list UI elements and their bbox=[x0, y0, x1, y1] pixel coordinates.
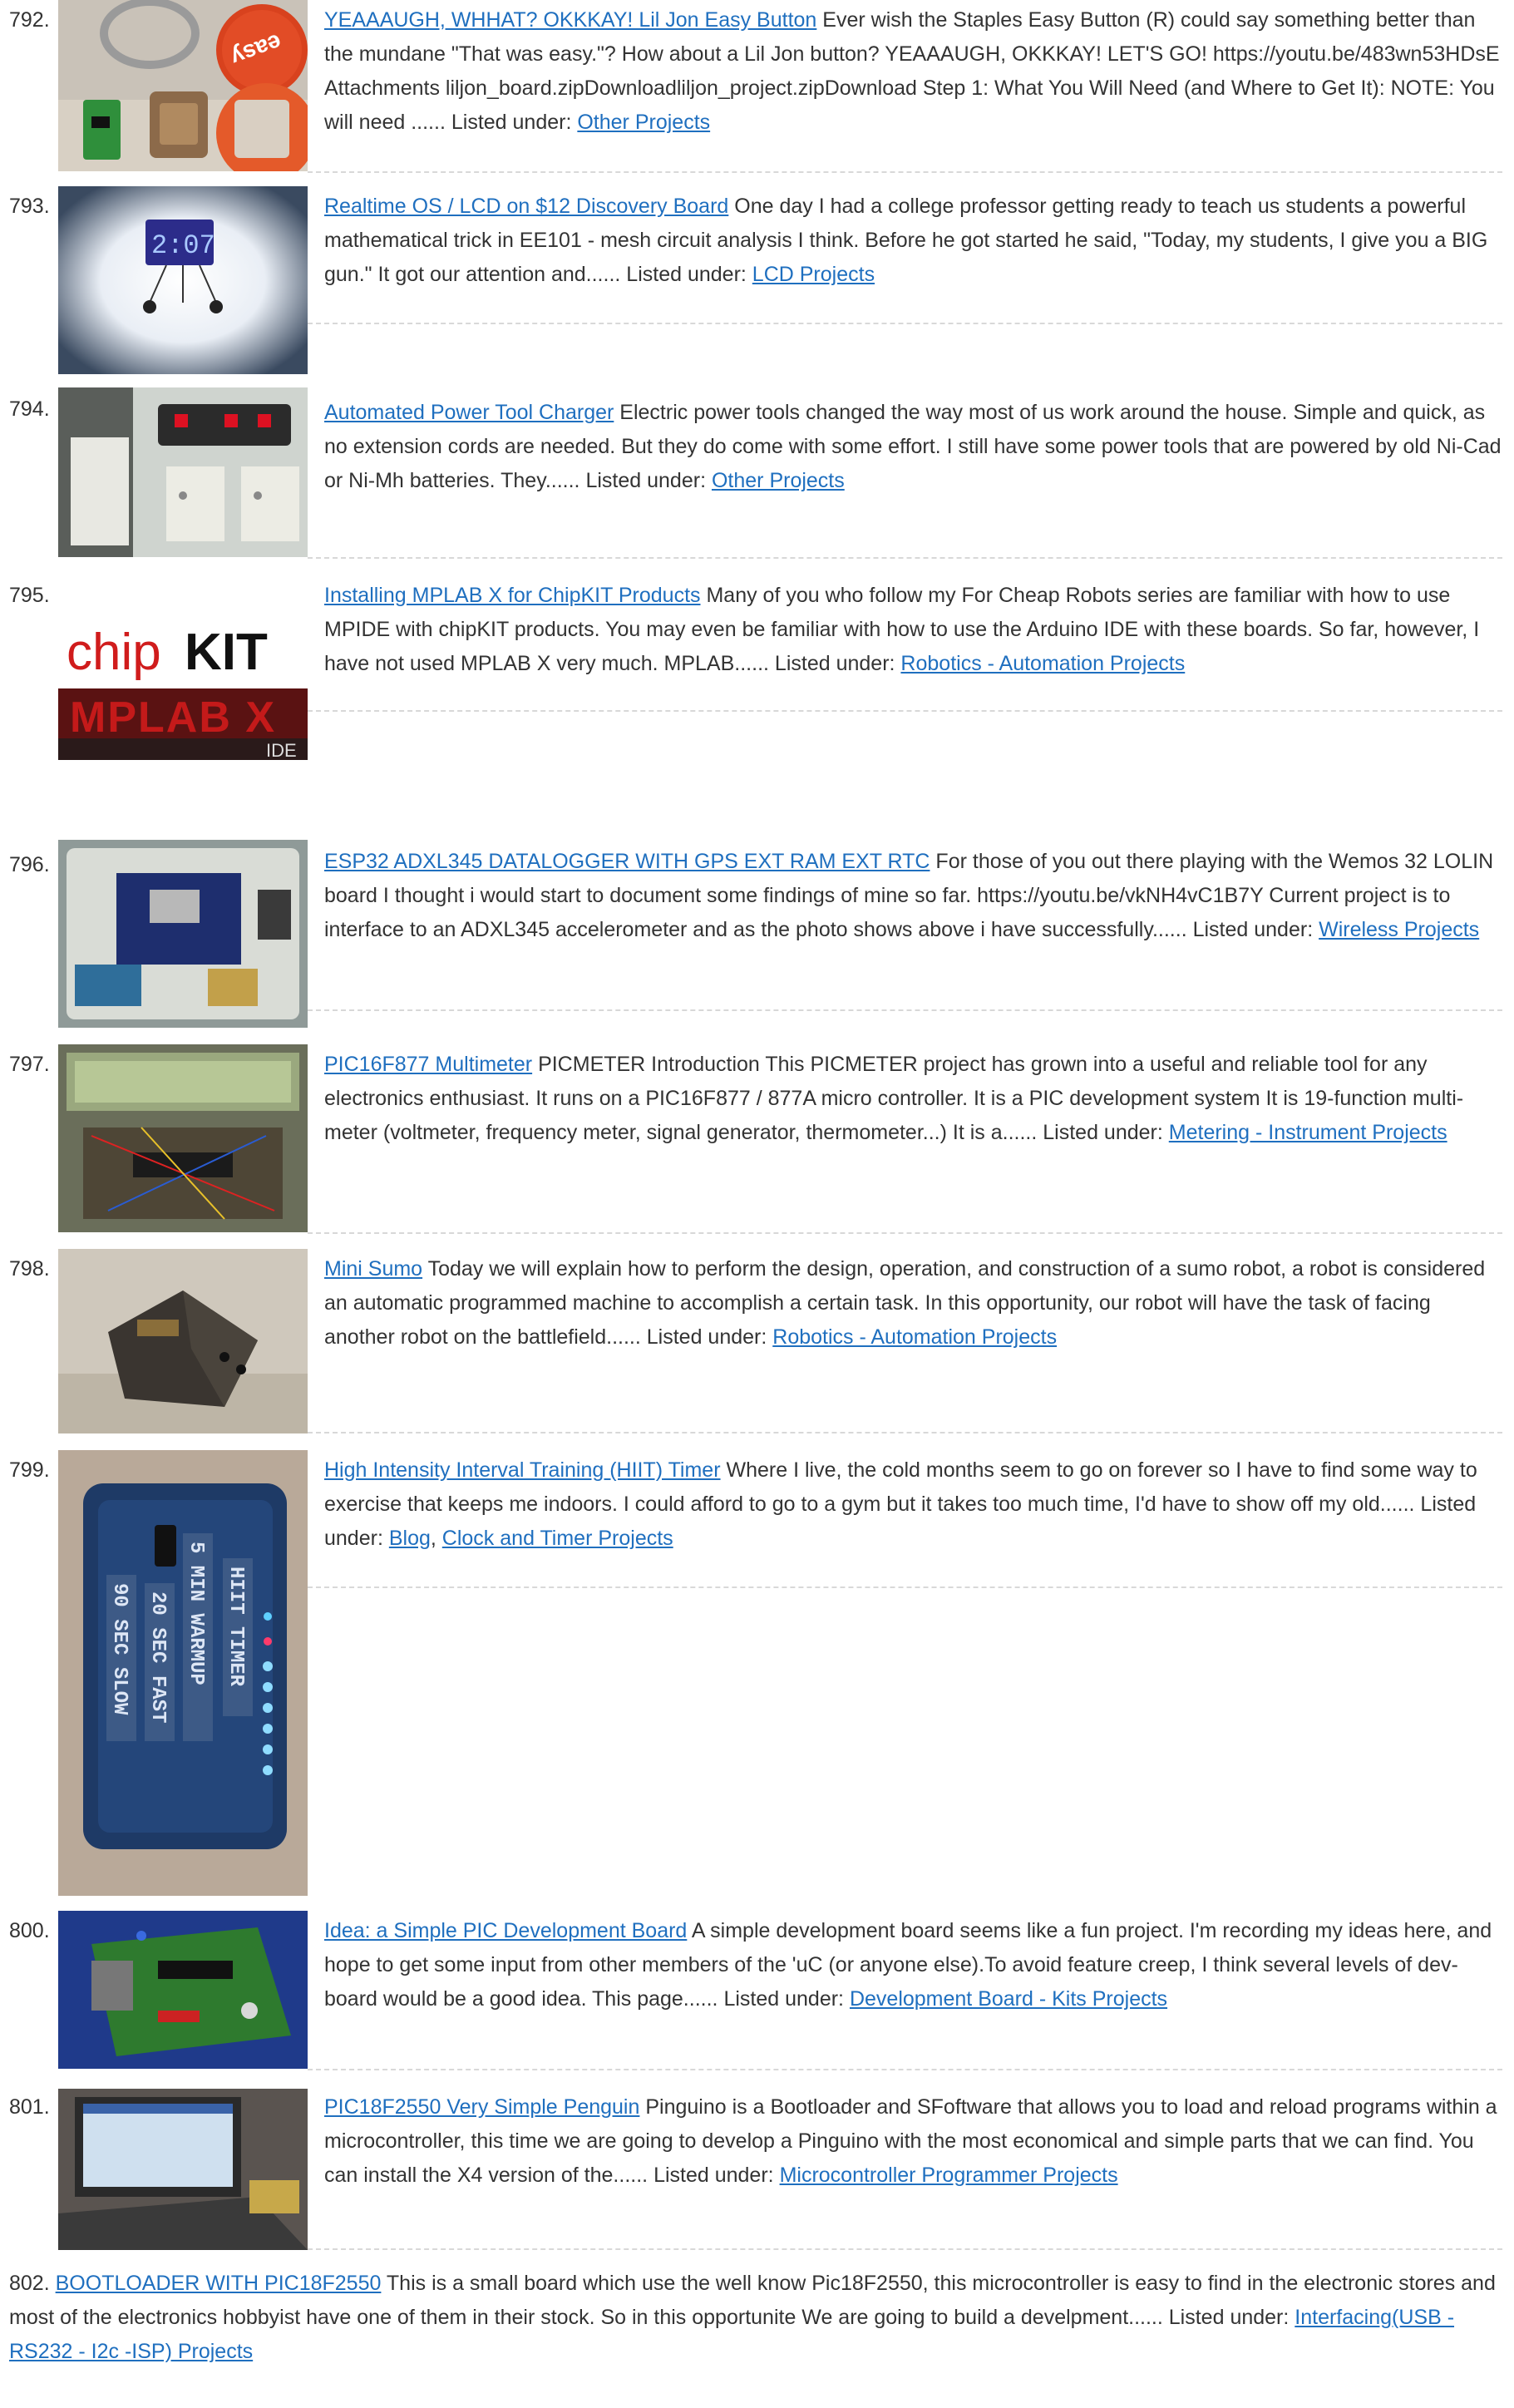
item-number: 802. bbox=[9, 2272, 50, 2295]
photo-multimeter bbox=[58, 1044, 308, 1232]
separator bbox=[308, 1232, 1502, 1234]
separator bbox=[308, 710, 1502, 712]
logo-mplab-text: MPLAB X bbox=[70, 693, 276, 742]
item-number: 792. bbox=[9, 8, 50, 32]
logo-kit-text: KIT bbox=[185, 624, 268, 681]
item-number: 800. bbox=[9, 1919, 50, 1942]
category-link[interactable]: Other Projects bbox=[712, 469, 845, 492]
listed-under-label: Listed under: bbox=[1043, 1121, 1163, 1144]
listed-under-label: Listed under: bbox=[653, 2164, 774, 2187]
entry-title-link[interactable]: Realtime OS / LCD on $12 Discovery Board bbox=[324, 195, 728, 218]
thumbnail-hiit-timer[interactable]: HIIT TIMER 5 MIN WARMUP 20 SEC FAST 90 S… bbox=[58, 1450, 308, 1896]
label-slow: 90 SEC SLOW bbox=[108, 1583, 131, 1715]
item-number: 801. bbox=[9, 2095, 50, 2119]
entry-title-link[interactable]: PIC18F2550 Very Simple Penguin bbox=[324, 2095, 639, 2119]
photo-sumo-robot bbox=[58, 1249, 308, 1433]
entry-text: Idea: a Simple PIC Development Board A s… bbox=[324, 1914, 1505, 2016]
label-warmup: 5 MIN WARMUP bbox=[185, 1542, 207, 1685]
category-link[interactable]: Robotics - Automation Projects bbox=[900, 652, 1185, 675]
separator bbox=[308, 171, 1502, 173]
entry-title-link[interactable]: ESP32 ADXL345 DATALOGGER WITH GPS EXT RA… bbox=[324, 850, 930, 873]
thumbnail-pic-multimeter[interactable] bbox=[58, 1044, 308, 1232]
entry-title-link[interactable]: High Intensity Interval Training (HIIT) … bbox=[324, 1458, 721, 1482]
listed-under-label: Listed under: bbox=[585, 469, 707, 492]
listed-under-label: Listed under: bbox=[774, 652, 895, 675]
thumbnail-pinguino[interactable] bbox=[58, 2089, 308, 2250]
category-link[interactable]: Other Projects bbox=[577, 111, 710, 134]
thumbnail-mini-sumo[interactable] bbox=[58, 1249, 308, 1433]
logo-chipkit-mplabx: chip KIT MPLAB X IDE bbox=[58, 624, 308, 765]
entry-text: 802. BOOTLOADER WITH PIC18F2550 This is … bbox=[9, 2267, 1506, 2369]
item-number: 794. bbox=[9, 397, 50, 421]
entry-title-link[interactable]: YEAAAUGH, WHHAT? OKKKAY! Lil Jon Easy Bu… bbox=[324, 8, 816, 32]
entry-text: YEAAAUGH, WHHAT? OKKKAY! Lil Jon Easy Bu… bbox=[324, 3, 1505, 140]
entry-title-link[interactable]: Installing MPLAB X for ChipKIT Products bbox=[324, 584, 701, 607]
entry-text: Automated Power Tool Charger Electric po… bbox=[324, 396, 1505, 498]
item-number: 799. bbox=[9, 1458, 50, 1482]
entry-title-link[interactable]: BOOTLOADER WITH PIC18F2550 bbox=[56, 2272, 382, 2295]
photo-esp32-board bbox=[58, 840, 308, 1028]
label-fast: 20 SEC FAST bbox=[146, 1591, 169, 1723]
entry-text: ESP32 ADXL345 DATALOGGER WITH GPS EXT RA… bbox=[324, 845, 1505, 947]
separator bbox=[308, 1432, 1502, 1433]
entry-title-link[interactable]: Automated Power Tool Charger bbox=[324, 401, 614, 424]
logo-chip-text: chip bbox=[67, 624, 161, 681]
entry-text: Realtime OS / LCD on $12 Discovery Board… bbox=[324, 190, 1505, 292]
thumbnail-esp32-datalogger[interactable] bbox=[58, 840, 308, 1028]
listed-under-label: Listed under: bbox=[723, 1987, 844, 2011]
photo-charger bbox=[58, 387, 308, 557]
photo-lcd-board: 2:07 bbox=[58, 186, 308, 374]
item-number: 798. bbox=[9, 1257, 50, 1280]
thumbnail-discovery-board[interactable]: 2:07 bbox=[58, 186, 308, 374]
item-number: 795. bbox=[9, 584, 50, 607]
thumbnail-pic-dev-board[interactable] bbox=[58, 1911, 308, 2069]
thumbnail-easy-button[interactable]: easy bbox=[58, 0, 308, 171]
category-link[interactable]: Robotics - Automation Projects bbox=[772, 1325, 1057, 1349]
entry-text: PIC16F877 Multimeter PICMETER Introducti… bbox=[324, 1048, 1505, 1150]
item-number: 793. bbox=[9, 195, 50, 218]
logo-ide-text: IDE bbox=[266, 740, 297, 761]
lcd-readout: 2:07 bbox=[151, 230, 215, 261]
item-number: 796. bbox=[9, 853, 50, 876]
category-link[interactable]: Metering - Instrument Projects bbox=[1169, 1121, 1447, 1144]
category-link[interactable]: Microcontroller Programmer Projects bbox=[780, 2164, 1118, 2187]
entry-text: Mini Sumo Today we will explain how to p… bbox=[324, 1252, 1505, 1354]
entry-text: Installing MPLAB X for ChipKIT Products … bbox=[324, 579, 1505, 681]
photo-easy-button: easy bbox=[58, 0, 308, 171]
listed-under-label: Listed under: bbox=[451, 111, 572, 134]
listed-under-label: Listed under: bbox=[1192, 918, 1314, 941]
listed-under-label: Listed under: bbox=[626, 263, 747, 286]
separator bbox=[308, 323, 1502, 324]
photo-laptop-pinguino bbox=[58, 2089, 308, 2250]
listed-under-label: Listed under: bbox=[646, 1325, 767, 1349]
thumbnail-power-tool-charger[interactable] bbox=[58, 387, 308, 557]
separator bbox=[308, 1009, 1502, 1011]
separator bbox=[308, 557, 1502, 559]
separator bbox=[308, 1586, 1502, 1588]
item-number: 797. bbox=[9, 1053, 50, 1076]
category-link[interactable]: Wireless Projects bbox=[1319, 918, 1479, 941]
label-hiit-timer: HIIT TIMER bbox=[224, 1567, 247, 1687]
thumbnail-chipkit-mplab[interactable]: chip KIT MPLAB X IDE bbox=[58, 624, 308, 765]
category-link[interactable]: Development Board - Kits Projects bbox=[850, 1987, 1167, 2011]
entry-title-link[interactable]: Mini Sumo bbox=[324, 1257, 422, 1280]
entry-text: PIC18F2550 Very Simple Penguin Pinguino … bbox=[324, 2090, 1505, 2193]
category-link-1[interactable]: Blog bbox=[389, 1527, 431, 1550]
photo-dev-board bbox=[58, 1911, 308, 2069]
separator bbox=[308, 2069, 1502, 2070]
entry-text: High Intensity Interval Training (HIIT) … bbox=[324, 1458, 1477, 1550]
category-link-2[interactable]: Clock and Timer Projects bbox=[442, 1527, 673, 1550]
entry-title-link[interactable]: Idea: a Simple PIC Development Board bbox=[324, 1919, 687, 1942]
photo-hiit-timer: HIIT TIMER 5 MIN WARMUP 20 SEC FAST 90 S… bbox=[58, 1450, 308, 1896]
separator bbox=[308, 2248, 1502, 2250]
listed-under-label: Listed under: bbox=[1168, 2306, 1290, 2329]
category-link[interactable]: LCD Projects bbox=[752, 263, 875, 286]
entry-title-link[interactable]: PIC16F877 Multimeter bbox=[324, 1053, 532, 1076]
